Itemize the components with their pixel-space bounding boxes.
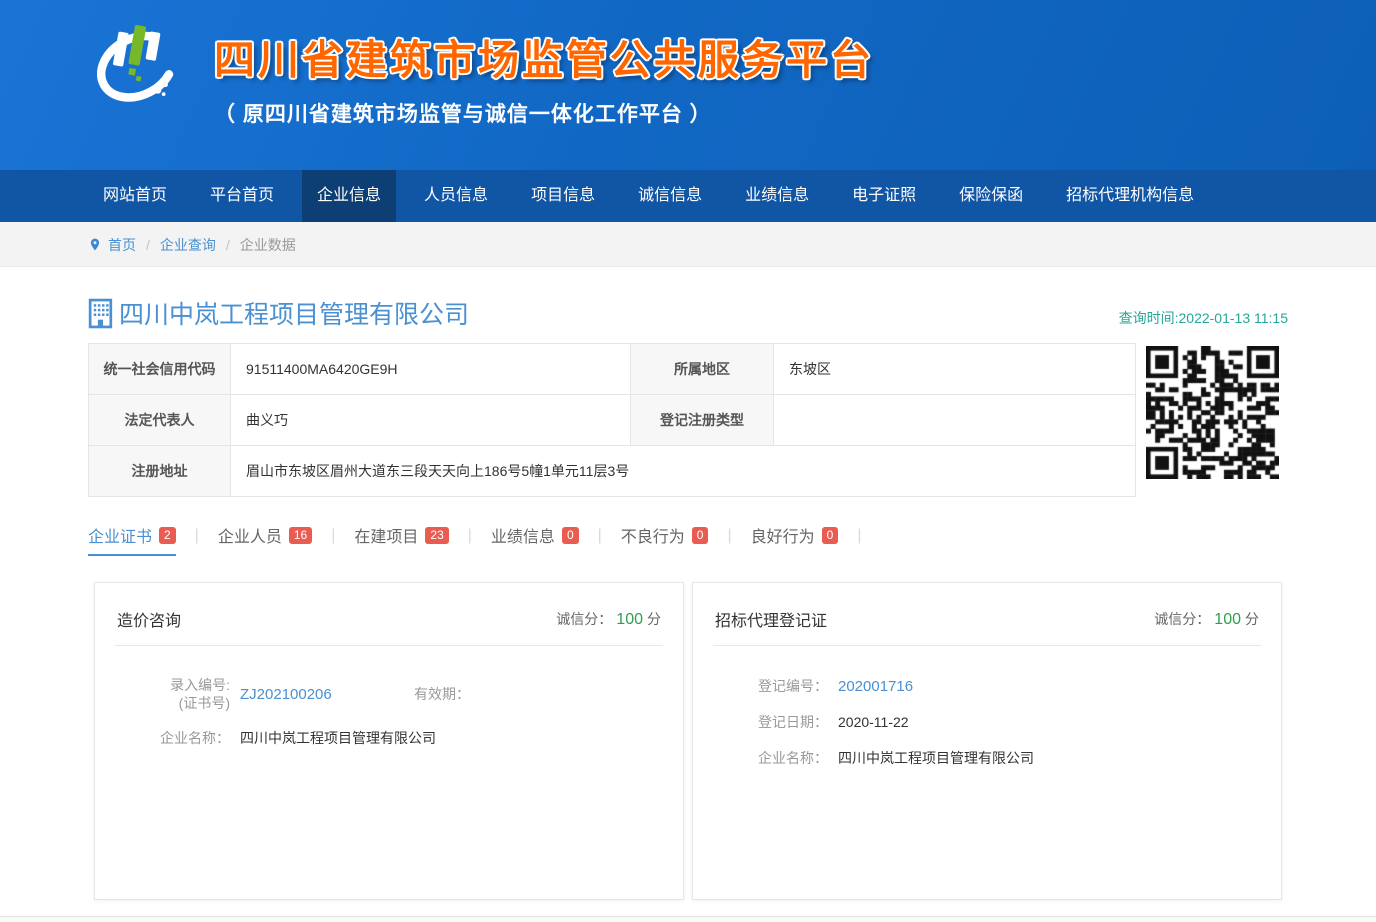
company-name-value: 四川中岚工程项目管理有限公司 [240,728,436,748]
tab-count-badge: 23 [425,527,448,544]
company-title-row: 四川中岚工程项目管理有限公司 [88,295,469,331]
credit-score: 诚信分：100分 [556,609,661,629]
nav-item-performance-info[interactable]: 业绩信息 [730,170,824,222]
registration-date-label: 登记日期： [713,712,828,732]
tab-label: 业绩信息 [491,523,555,547]
table-row: 统一社会信用代码 91511400MA6420GE9H 所属地区 东坡区 [89,344,1136,395]
nav-item-e-certificate[interactable]: 电子证照 [837,170,931,222]
tab-count-badge: 0 [562,527,579,544]
credit-score: 诚信分：100分 [1154,609,1259,629]
tab-label: 良好行为 [751,523,815,547]
query-time: 查询时间:2022-01-13 11:15 [1119,308,1288,331]
table-row: 注册地址 眉山市东坡区眉州大道东三段天天向上186号5幢1单元11层3号 [89,446,1136,497]
tab-label: 企业证书 [88,523,152,547]
tab-count-badge: 0 [822,527,839,544]
tab-separator: | [598,527,602,552]
breadcrumb-bar: 首页 / 企业查询 / 企业数据 [0,222,1376,267]
card-title: 造价咨询 [117,607,181,631]
registration-number-label: 登记编号： [713,676,828,696]
site-header: 四川省建筑市场监管公共服务平台 （ 原四川省建筑市场监管与诚信一体化工作平台 ） [0,0,1376,170]
tab-separator: | [468,527,472,552]
credit-score-value[interactable]: 100 [1214,611,1241,628]
record-number-label: 录入编号: (证书号) [115,676,230,712]
nav-item-platform-home[interactable]: 平台首页 [195,170,289,222]
value-legal-representative: 曲义巧 [231,395,631,446]
nav-item-enterprise-info[interactable]: 企业信息 [302,170,396,222]
company-tabs: 企业证书 2 | 企业人员 16 | 在建项目 23 | 业绩信息 0 | 不良… [88,523,1288,556]
validity-label: 有效期： [390,684,470,704]
company-name-label: 企业名称： [115,728,230,748]
nav-item-bidding-agency-info[interactable]: 招标代理机构信息 [1051,170,1209,222]
nav-item-site-home[interactable]: 网站首页 [88,170,182,222]
site-logo-icon [88,12,192,112]
main-content: 四川中岚工程项目管理有限公司 查询时间:2022-01-13 11:15 统一社… [88,295,1288,900]
value-region: 东坡区 [774,344,1136,395]
nav-item-credit-info[interactable]: 诚信信息 [623,170,717,222]
tab-separator: | [331,527,335,552]
credit-score-label: 诚信分： [556,611,612,627]
breadcrumb-company-search[interactable]: 企业查询 [160,235,216,255]
credit-score-unit: 分 [647,611,661,627]
value-registered-address: 眉山市东坡区眉州大道东三段天天向上186号5幢1单元11层3号 [231,446,1136,497]
breadcrumb-home[interactable]: 首页 [108,235,136,255]
tab-label: 不良行为 [621,523,685,547]
nav-item-project-info[interactable]: 项目信息 [516,170,610,222]
breadcrumb-separator: / [226,237,230,253]
company-name: 四川中岚工程项目管理有限公司 [119,295,469,331]
label-region: 所属地区 [631,344,774,395]
label-legal-representative: 法定代表人 [89,395,231,446]
breadcrumb: 首页 / 企业查询 / 企业数据 [88,222,1288,267]
certificate-cards: 造价咨询 诚信分：100分 录入编号: (证书号) ZJ202100206 有效… [88,582,1288,900]
location-pin-icon [88,236,102,253]
tab-enterprise-certificates[interactable]: 企业证书 2 [88,523,176,556]
credit-score-unit: 分 [1245,611,1259,627]
company-name-value: 四川中岚工程项目管理有限公司 [838,748,1034,768]
table-row: 法定代表人 曲义巧 登记注册类型 [89,395,1136,446]
tab-label: 企业人员 [218,523,282,547]
qr-code [1146,346,1279,484]
value-registration-type [774,395,1136,446]
breadcrumb-current: 企业数据 [240,235,296,255]
page-footer [0,916,1376,922]
tab-performance-info[interactable]: 业绩信息 0 [491,523,579,556]
card-cost-consulting: 造价咨询 诚信分：100分 录入编号: (证书号) ZJ202100206 有效… [94,582,684,900]
company-name-label: 企业名称： [713,748,828,768]
label-credit-code: 统一社会信用代码 [89,344,231,395]
main-nav: 网站首页 平台首页 企业信息 人员信息 项目信息 诚信信息 业绩信息 电子证照 … [0,170,1376,222]
value-credit-code: 91511400MA6420GE9H [231,344,631,395]
tab-count-badge: 2 [159,527,176,544]
registration-date-value: 2020-11-22 [838,714,909,730]
breadcrumb-separator: / [146,237,150,253]
tab-separator: | [857,527,861,552]
registration-number-link[interactable]: 202001716 [838,678,913,695]
tab-enterprise-personnel[interactable]: 企业人员 16 [218,523,312,556]
company-info-section: 统一社会信用代码 91511400MA6420GE9H 所属地区 东坡区 法定代… [88,343,1288,497]
tab-count-badge: 16 [289,527,312,544]
credit-score-label: 诚信分： [1154,611,1210,627]
tab-bad-behavior[interactable]: 不良行为 0 [621,523,709,556]
label-registration-type: 登记注册类型 [631,395,774,446]
building-icon [88,298,115,329]
tab-projects-under-construction[interactable]: 在建项目 23 [354,523,448,556]
tab-separator: | [727,527,731,552]
company-info-table: 统一社会信用代码 91511400MA6420GE9H 所属地区 东坡区 法定代… [88,343,1136,497]
label-registered-address: 注册地址 [89,446,231,497]
card-bidding-agency-registration: 招标代理登记证 诚信分：100分 登记编号： 202001716 登记日期： 2… [692,582,1282,900]
record-number-link[interactable]: ZJ202100206 [240,686,390,703]
credit-score-value[interactable]: 100 [616,611,643,628]
tab-count-badge: 0 [692,527,709,544]
tab-good-behavior[interactable]: 良好行为 0 [751,523,839,556]
tab-separator: | [195,527,199,552]
site-subtitle: （ 原四川省建筑市场监管与诚信一体化工作平台 ） [214,98,874,128]
card-title: 招标代理登记证 [715,607,827,631]
tab-label: 在建项目 [354,523,418,547]
site-title: 四川省建筑市场监管公共服务平台 [214,26,874,86]
nav-item-insurance-guarantee[interactable]: 保险保函 [944,170,1038,222]
nav-item-personnel-info[interactable]: 人员信息 [409,170,503,222]
